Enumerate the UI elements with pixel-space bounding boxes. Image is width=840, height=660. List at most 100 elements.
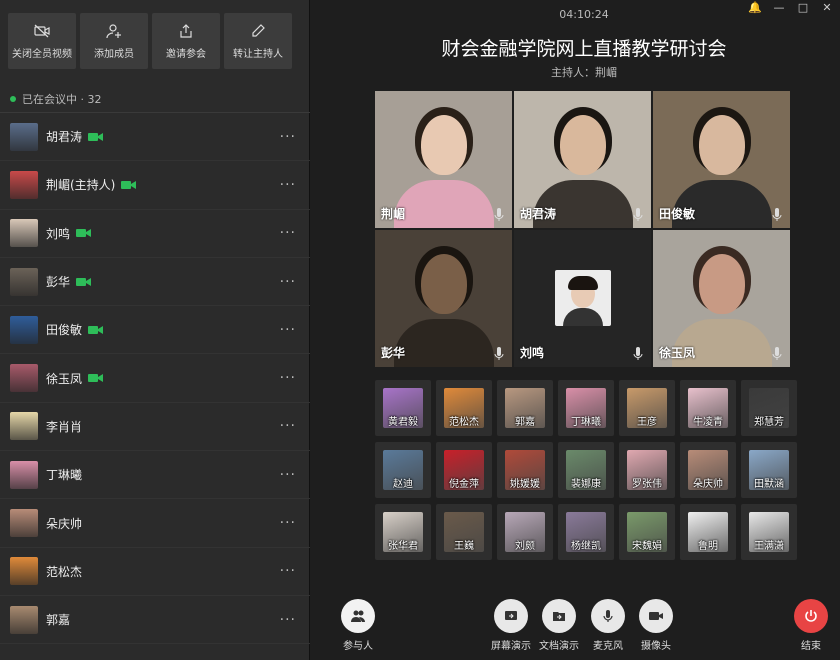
member-row[interactable]: 荆嵋(主持人) ···: [0, 161, 310, 210]
participant-thumbnail[interactable]: 姚媛媛: [497, 442, 553, 498]
participant-thumbnail[interactable]: 杨继凯: [558, 504, 614, 560]
thumbnail-name: 王满潇: [754, 541, 784, 552]
participant-thumbnail[interactable]: 张华君: [375, 504, 431, 560]
more-options-icon[interactable]: ···: [280, 274, 296, 290]
member-row[interactable]: 彭华 ···: [0, 258, 310, 307]
person-body: [393, 180, 494, 228]
member-row[interactable]: 刘鸣 ···: [0, 210, 310, 258]
participant-thumbnail[interactable]: 裴娜康: [558, 442, 614, 498]
camera-button[interactable]: 摄像头: [626, 599, 686, 652]
video-tile[interactable]: 田俊敏: [653, 91, 790, 228]
screen-share-circle: [494, 599, 528, 633]
more-options-icon[interactable]: ···: [280, 563, 296, 579]
participants-button[interactable]: 参与人: [328, 599, 388, 652]
participant-thumbnail[interactable]: 赵迪: [375, 442, 431, 498]
invite-button[interactable]: 邀请参会: [152, 13, 220, 69]
participant-thumbnail[interactable]: 黄君毅: [375, 380, 431, 436]
participant-thumbnail[interactable]: 牛凌青: [680, 380, 736, 436]
thumbnail-name: 刘颇: [515, 541, 535, 552]
thumbnail-name: 裴娜康: [571, 479, 601, 490]
end-meeting-button[interactable]: 结束: [781, 599, 840, 652]
camera-on-icon: [88, 132, 104, 141]
avatar: [10, 412, 38, 441]
transfer-host-button[interactable]: 转让主持人: [224, 13, 292, 69]
avatar: [10, 170, 38, 199]
participant-thumbnail[interactable]: 罗张伟: [619, 442, 675, 498]
member-name: 范松杰: [46, 564, 83, 579]
participant-thumbnail[interactable]: 郭嘉: [497, 380, 553, 436]
thumbnail-name: 倪金萍: [449, 479, 479, 490]
more-options-icon[interactable]: ···: [280, 370, 296, 386]
member-name: 李肖肖: [46, 419, 83, 434]
participant-thumbnail[interactable]: 田默涵: [741, 442, 797, 498]
more-options-icon[interactable]: ···: [280, 129, 296, 145]
more-options-icon[interactable]: ···: [280, 177, 296, 193]
person-body: [393, 319, 494, 367]
participants-label: 参与人: [343, 641, 373, 652]
member-row[interactable]: 李肖肖 ···: [0, 403, 310, 452]
member-name: 徐玉凤: [46, 371, 83, 386]
video-tile[interactable]: 荆嵋: [375, 91, 512, 228]
video-tile[interactable]: 刘鸣: [514, 230, 651, 367]
more-options-icon[interactable]: ···: [280, 225, 296, 241]
participant-thumbnail[interactable]: 倪金萍: [436, 442, 492, 498]
members-sidebar: 关闭全员视频 添加成员 邀请参会 转让主持人 已在会议中 · 32 胡君涛 ···…: [0, 0, 310, 660]
participant-thumbnail[interactable]: 王彦: [619, 380, 675, 436]
more-options-icon[interactable]: ···: [280, 515, 296, 531]
more-options-icon[interactable]: ···: [280, 418, 296, 434]
participant-thumbnail[interactable]: 王满潇: [741, 504, 797, 560]
add-member-button[interactable]: 添加成员: [80, 13, 148, 69]
participant-thumbnail[interactable]: 郑慧芳: [741, 380, 797, 436]
member-row[interactable]: 徐玉凤 ···: [0, 354, 310, 403]
thumbnail-name: 杨继凯: [571, 541, 601, 552]
participant-thumbnail[interactable]: 朵庆帅: [680, 442, 736, 498]
mic-circle: [591, 599, 625, 633]
camera-on-icon: [76, 277, 92, 286]
meeting-title: 财会金融学院网上直播教学研讨会: [441, 38, 727, 60]
thumbnail-name: 郭嘉: [515, 417, 535, 428]
member-name: 朵庆帅: [46, 516, 83, 531]
camera-on-icon: [121, 180, 137, 189]
video-name: 胡君涛: [520, 207, 557, 221]
member-row[interactable]: 胡君涛 ···: [0, 113, 310, 162]
more-options-icon[interactable]: ···: [280, 612, 296, 628]
member-row[interactable]: 丁琳曦 ···: [0, 451, 310, 500]
person-face: [420, 254, 467, 314]
toolbar-label: 转让主持人: [233, 48, 283, 60]
bottom-controls: 参与人 屏幕演示 文档演示 麦克风 摄像头 结束: [310, 599, 840, 660]
participant-thumbnail[interactable]: 鲁明: [680, 504, 736, 560]
thumbnail-name: 田默涵: [754, 479, 784, 490]
pen-icon: [252, 23, 265, 37]
video-tile[interactable]: 胡君涛: [514, 91, 651, 228]
thumbnail-name: 朵庆帅: [693, 479, 723, 490]
member-row[interactable]: 田俊敏 ···: [0, 306, 310, 355]
avatar: [10, 605, 38, 634]
participant-thumbnail[interactable]: 王巍: [436, 504, 492, 560]
avatar: [10, 122, 38, 151]
participant-thumbnail[interactable]: 范松杰: [436, 380, 492, 436]
participant-thumbnail[interactable]: 宋魏娟: [619, 504, 675, 560]
microphone-icon: [772, 347, 782, 360]
camera-icon: [649, 612, 663, 620]
person-face: [559, 115, 606, 175]
member-row[interactable]: 郭嘉 ···: [0, 596, 310, 645]
participant-thumbnail[interactable]: 刘颇: [497, 504, 553, 560]
disable-all-video-button[interactable]: 关闭全员视频: [8, 13, 76, 69]
mic-label: 麦克风: [593, 641, 623, 652]
members-count-header: 已在会议中 · 32: [10, 91, 102, 107]
avatar: [10, 509, 38, 538]
participant-thumbnail[interactable]: 丁琳曦: [558, 380, 614, 436]
video-name: 田俊敏: [659, 207, 696, 221]
thumbnail-name: 姚媛媛: [510, 479, 540, 490]
camera-circle: [639, 599, 673, 633]
more-options-icon[interactable]: ···: [280, 467, 296, 483]
thumbnail-name: 张华君: [388, 541, 418, 552]
microphone-icon: [633, 208, 643, 221]
video-tile[interactable]: 徐玉凤: [653, 230, 790, 367]
microphone-icon: [494, 347, 504, 360]
member-row[interactable]: 范松杰 ···: [0, 548, 310, 596]
more-options-icon[interactable]: ···: [280, 322, 296, 338]
member-row[interactable]: 朵庆帅 ···: [0, 499, 310, 548]
video-tile[interactable]: 彭华: [375, 230, 512, 367]
meeting-clock: 04:10:24: [559, 8, 609, 21]
